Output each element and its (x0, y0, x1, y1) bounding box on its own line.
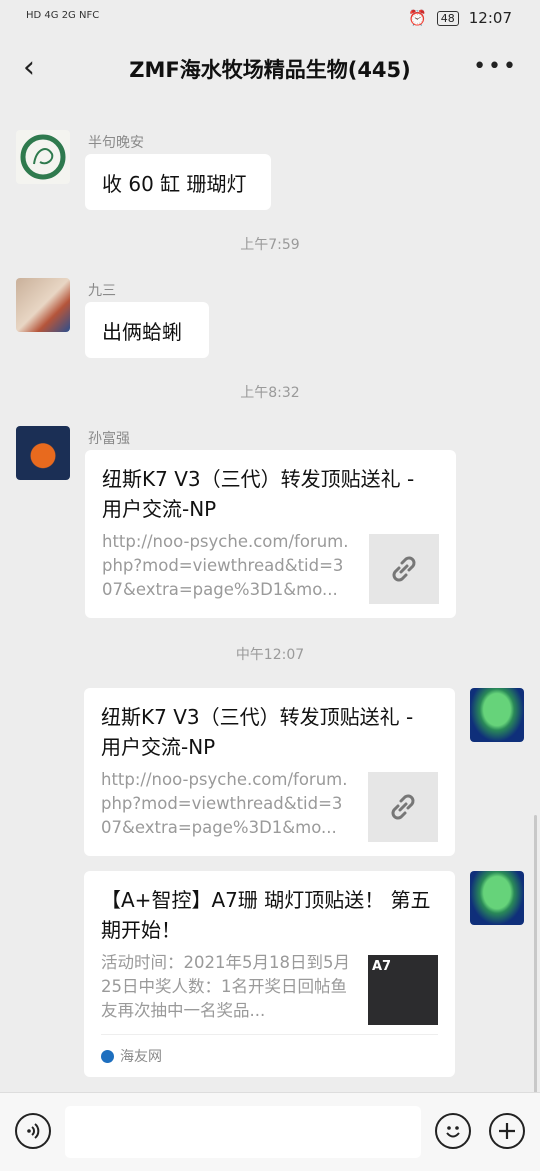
link-card-description: http://noo-psyche.com/forum.php?mod=view… (101, 770, 348, 837)
timestamp: 上午7:59 (240, 237, 300, 253)
avatar[interactable] (470, 871, 524, 925)
message-bubble[interactable]: 出俩蛤蜊 (85, 302, 209, 358)
chat-title: ZMF海水牧场精品生物(445) (129, 58, 411, 82)
article-source[interactable]: 海友网 (101, 1034, 438, 1077)
plus-icon[interactable] (489, 1113, 525, 1149)
article-card-title: 【A+智控】A7珊 瑚灯顶贴送！ 第五期开始！ (101, 888, 431, 942)
alarm-icon: ⏰ (408, 9, 427, 27)
more-dots-icon[interactable]: ••• (473, 54, 518, 79)
status-right: ⏰ 48 12:07 (408, 9, 512, 27)
link-card-title: 纽斯K7 V3（三代）转发顶贴送礼 - 用户交流-NP (102, 467, 415, 521)
sender-name: 孙富强 (88, 431, 130, 447)
avatar[interactable] (16, 426, 70, 480)
link-thumbnail (369, 534, 439, 604)
emoji-icon[interactable] (435, 1113, 471, 1149)
link-icon (392, 556, 416, 582)
source-logo-icon (101, 1049, 114, 1063)
source-name: 海友网 (120, 1049, 162, 1065)
article-thumbnail: A7 (368, 955, 438, 1025)
thumbnail-label: A7 (372, 959, 392, 974)
timestamp: 中午12:07 (235, 647, 305, 663)
link-icon (391, 794, 415, 820)
link-thumbnail (368, 772, 438, 842)
status-time: 12:07 (468, 9, 512, 27)
battery-level: 48 (436, 10, 459, 26)
sender-name: 九三 (88, 283, 116, 299)
message-bubble[interactable]: 收 60 缸 珊瑚灯 (85, 154, 271, 210)
link-card[interactable]: 纽斯K7 V3（三代）转发顶贴送礼 - 用户交流-NP http://noo-p… (85, 450, 456, 618)
scrollbar[interactable] (534, 815, 537, 1095)
message-input[interactable] (65, 1106, 421, 1158)
status-bar: HD 4G 2G NFC ⏰ 48 12:07 (0, 0, 540, 38)
chat-header: ‹ ZMF海水牧场精品生物(445) ••• (0, 38, 540, 102)
avatar[interactable] (470, 688, 524, 742)
sender-name: 半句晚安 (88, 135, 144, 151)
avatar[interactable] (16, 278, 70, 332)
link-card[interactable]: 纽斯K7 V3（三代）转发顶贴送礼 - 用户交流-NP http://noo-p… (84, 688, 455, 856)
link-card-description: http://noo-psyche.com/forum.php?mod=view… (102, 532, 349, 599)
article-card[interactable]: 【A+智控】A7珊 瑚灯顶贴送！ 第五期开始！ 活动时间：2021年5月18日到… (84, 871, 455, 1077)
link-card-title: 纽斯K7 V3（三代）转发顶贴送礼 - 用户交流-NP (101, 705, 414, 759)
signal-icons: HD 4G 2G NFC (26, 10, 100, 21)
avatar[interactable] (16, 130, 70, 184)
network-indicators: HD 4G 2G NFC (26, 10, 99, 21)
article-card-description: 活动时间：2021年5月18日到5月25日中奖人数：1名开奖日回帖鱼友再次抽中一… (101, 953, 350, 1020)
back-chevron-icon[interactable]: ‹ (14, 52, 44, 86)
input-bar (0, 1092, 540, 1171)
message-list[interactable]: 半句晚安 收 60 缸 珊瑚灯 上午7:59 九三 出俩蛤蜊 上午8:32 孙富… (0, 102, 540, 1092)
timestamp: 上午8:32 (240, 385, 300, 401)
voice-icon[interactable] (15, 1113, 51, 1149)
